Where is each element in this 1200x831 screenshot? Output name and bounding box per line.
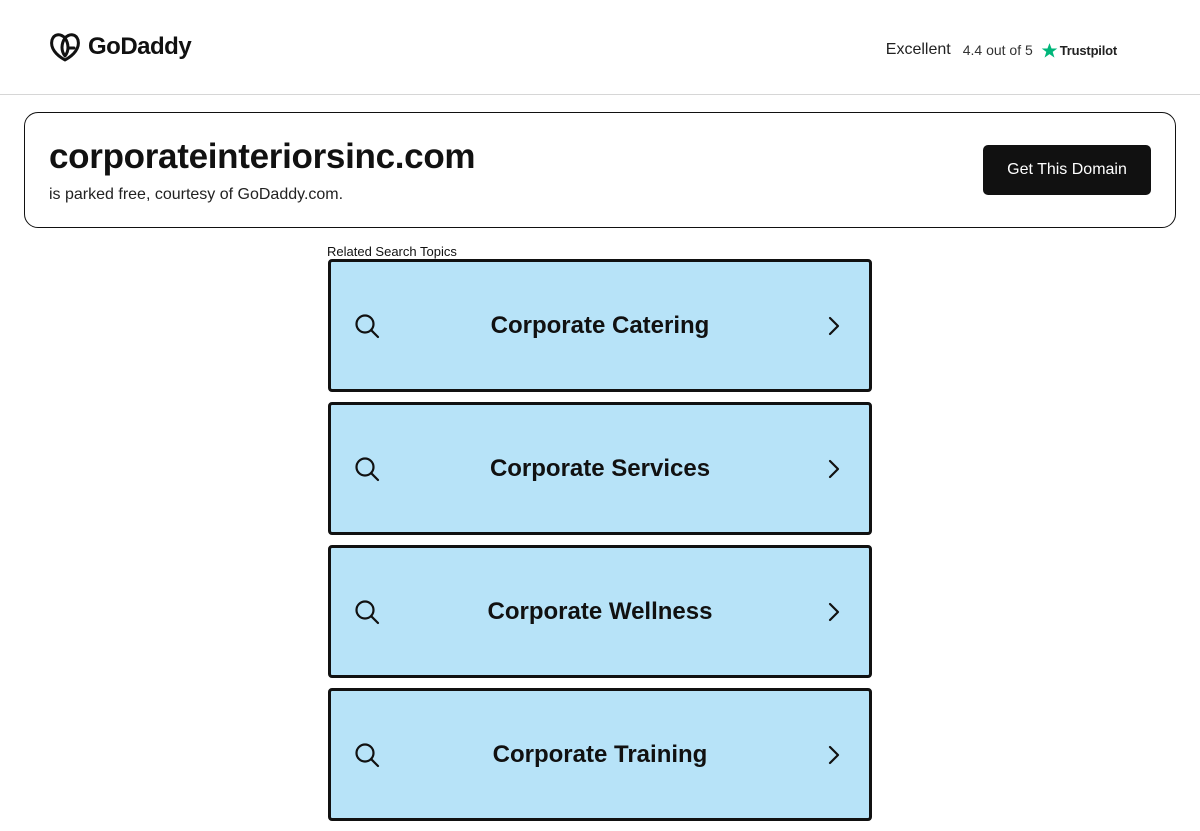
topic-label: Corporate Services	[489, 454, 711, 482]
related-search-label: Related Search Topics	[327, 244, 457, 259]
logo-wordmark: GoDaddy	[88, 33, 192, 60]
domain-card: corporateinteriorsinc.com is parked free…	[24, 112, 1176, 228]
godaddy-logo[interactable]: GoDaddy	[48, 31, 192, 63]
godaddy-logo-icon	[50, 33, 80, 62]
topic-label: Corporate Wellness	[487, 597, 713, 625]
trustpilot-rating-word: Excellent	[885, 41, 951, 58]
related-topics-list: Corporate Catering Corporate Services Co…	[328, 259, 872, 831]
chevron-right-icon	[828, 459, 840, 478]
trustpilot-brand: Trustpilot	[1059, 42, 1117, 58]
site-header: GoDaddy Excellent 4.4 out of 5 Trustpilo…	[0, 0, 1200, 95]
star-icon	[1041, 42, 1058, 58]
topic-label: Corporate Training	[492, 740, 708, 768]
topic-item[interactable]: Corporate Services	[328, 402, 872, 535]
chevron-right-icon	[828, 602, 840, 621]
trustpilot-score: 4.4 out of 5	[962, 42, 1033, 58]
topic-item[interactable]: Corporate Wellness	[328, 545, 872, 678]
trustpilot-rating[interactable]: Excellent 4.4 out of 5 Trustpilot	[886, 38, 1117, 62]
topic-item[interactable]: Corporate Catering	[328, 259, 872, 392]
domain-name: corporateinteriorsinc.com	[49, 137, 476, 176]
get-this-domain-button[interactable]: Get This Domain	[983, 145, 1151, 195]
chevron-right-icon	[828, 316, 840, 335]
chevron-right-icon	[828, 745, 840, 764]
topic-item[interactable]: Corporate Training	[328, 688, 872, 821]
topic-label: Corporate Catering	[490, 311, 710, 339]
domain-subtitle: is parked free, courtesy of GoDaddy.com.	[49, 186, 344, 203]
